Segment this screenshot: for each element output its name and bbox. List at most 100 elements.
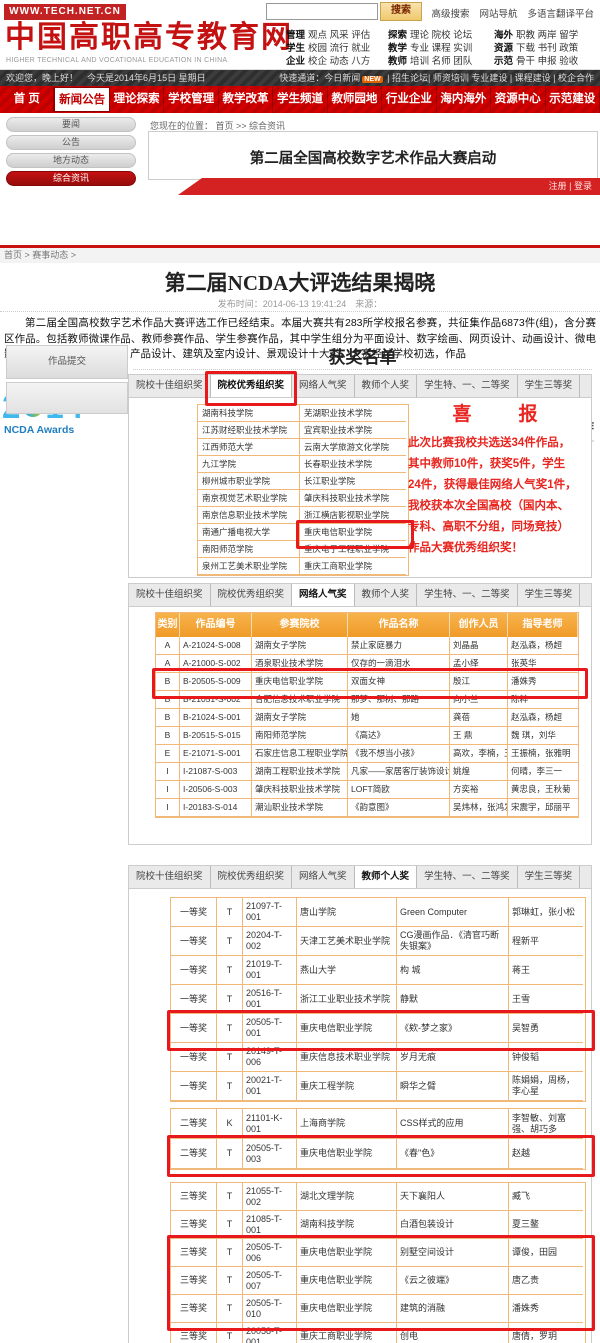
sidebar-item[interactable]: 公告 bbox=[6, 135, 136, 150]
main-nav-item[interactable]: 教学改革 bbox=[219, 86, 273, 113]
author-cell: 吴智勇 bbox=[509, 1014, 583, 1043]
school-cell: 重庆电信职业学院 bbox=[297, 1139, 397, 1169]
submit-work-button[interactable]: 作品提交 bbox=[6, 345, 128, 379]
school-cell: 湖南工程职业技术学院 bbox=[252, 763, 348, 781]
category-cell: I bbox=[156, 799, 180, 817]
awards-tab[interactable]: 学生三等奖 bbox=[518, 866, 581, 888]
header-top-link[interactable]: 多语言翻译平台 bbox=[527, 6, 594, 20]
table-row: 三等奖 T 20505-T-010 重庆电信职业学院 建筑的消融 潘姝秀 bbox=[171, 1295, 585, 1323]
awards-tab[interactable]: 教师个人奖 bbox=[355, 584, 418, 606]
school-cell: 燕山大学 bbox=[297, 956, 397, 985]
work-title-cell: 凡家——家居客厅装饰设计 bbox=[348, 763, 450, 781]
main-nav-item[interactable]: 首 页 bbox=[0, 86, 54, 113]
type-cell: T bbox=[217, 1267, 243, 1295]
table-row: B B-21051-S-002 合肥信息技术职业学院 那梦、那树、那路 向小兰 … bbox=[156, 691, 578, 709]
awards-tab[interactable]: 网络人气奖 bbox=[292, 866, 355, 888]
author-cell: 夏三鳌 bbox=[509, 1211, 583, 1239]
header-link-group[interactable]: 示范骨干 申报 验收 bbox=[494, 53, 594, 66]
awards-title: 获奖名单 bbox=[133, 343, 592, 368]
auth-links[interactable]: 注册 | 登录 bbox=[549, 181, 592, 191]
header-top-link[interactable]: 网站导航 bbox=[479, 6, 517, 20]
awards-tab[interactable]: 院校优秀组织奖 bbox=[211, 375, 293, 397]
header-link-group[interactable]: 海外职教 两岸 留学 bbox=[494, 27, 594, 40]
creator-cell: 刘晶晶 bbox=[450, 637, 508, 655]
awards-tab[interactable]: 学生特、一、二等奖 bbox=[417, 866, 518, 888]
work-id-cell: 20505-T-003 bbox=[243, 1139, 297, 1169]
awards-tab[interactable]: 院校十佳组织奖 bbox=[129, 375, 211, 397]
advisor-cell: 赵泓森，杨超 bbox=[508, 709, 578, 727]
awards-tab[interactable]: 院校十佳组织奖 bbox=[129, 584, 211, 606]
sidebar-item[interactable]: 要闻 bbox=[6, 117, 136, 132]
table-row: 湖南科技学院 芜湖职业技术学院 bbox=[198, 405, 408, 422]
header-top-links: 高级搜索网站导航多语言翻译平台 bbox=[431, 6, 594, 20]
work-title-cell: 创电 bbox=[397, 1323, 509, 1343]
creator-cell: 殷江 bbox=[450, 673, 508, 691]
awards-tab[interactable]: 网络人气奖 bbox=[292, 375, 355, 397]
school-cell: 石家庄信息工程职业学院 bbox=[252, 745, 348, 763]
main-nav-item[interactable]: 新闻公告 bbox=[54, 87, 109, 112]
table-header-row: 类别作品编号参赛院校作品名称创作人员指导老师 bbox=[156, 613, 578, 637]
awards-tab[interactable]: 教师个人奖 bbox=[355, 866, 418, 888]
header-link-group[interactable]: 学生校园 流行 就业 bbox=[286, 40, 388, 53]
news-headline-box: 第二届全国高校数字艺术作品大赛启动 bbox=[148, 131, 598, 180]
header-top-link[interactable]: 高级搜索 bbox=[431, 6, 469, 20]
news-headline[interactable]: 第二届全国高校数字艺术作品大赛启动 bbox=[149, 147, 597, 168]
header-link-group[interactable]: 探索理论 院校 论坛 bbox=[388, 27, 494, 40]
awards-tab[interactable]: 教师个人奖 bbox=[355, 375, 418, 397]
work-id-cell: 20204-T-002 bbox=[243, 927, 297, 956]
school-cell: 合肥信息技术职业学院 bbox=[252, 691, 348, 709]
school-cell: 云南大学旅游文化学院 bbox=[300, 439, 406, 456]
type-cell: T bbox=[217, 1014, 243, 1043]
main-nav-item[interactable]: 行业企业 bbox=[382, 86, 436, 113]
main-nav-item[interactable]: 理论探索 bbox=[110, 86, 164, 113]
awards-tab[interactable]: 学生特、一、二等奖 bbox=[417, 584, 518, 606]
header-link-group[interactable]: 教学专业 课程 实训 bbox=[388, 40, 494, 53]
awards-tab[interactable]: 院校优秀组织奖 bbox=[211, 584, 293, 606]
school-cell: 湖南科技学院 bbox=[198, 405, 300, 422]
main-nav-item[interactable]: 海内海外 bbox=[437, 86, 491, 113]
awards-tab[interactable]: 网络人气奖 bbox=[292, 584, 355, 606]
awards-tab[interactable]: 学生三等奖 bbox=[518, 584, 581, 606]
table-row: 江苏财经职业技术学院 宜宾职业技术学院 bbox=[198, 422, 408, 439]
advisor-cell: 陈粹 bbox=[508, 691, 578, 709]
awards-tab[interactable]: 院校优秀组织奖 bbox=[211, 866, 293, 888]
header-link-group[interactable]: 资源下载 书刊 政策 bbox=[494, 40, 594, 53]
author-cell: 潘姝秀 bbox=[509, 1295, 583, 1323]
advisor-cell: 王振楠，张雅明 bbox=[508, 745, 578, 763]
work-title-cell: CSS样式的应用 bbox=[397, 1109, 509, 1139]
school-cell: 重庆电信职业学院 bbox=[300, 524, 406, 541]
header-link-group[interactable]: 教师培训 名师 团队 bbox=[388, 53, 494, 66]
school-cell: 江苏财经职业技术学院 bbox=[198, 422, 300, 439]
prize-cell: 三等奖 bbox=[171, 1295, 217, 1323]
main-nav-item[interactable]: 示范建设 bbox=[546, 86, 600, 113]
sidebar-item[interactable]: 地方动态 bbox=[6, 153, 136, 168]
search-input[interactable] bbox=[266, 3, 378, 20]
main-nav-item[interactable]: 学生频道 bbox=[273, 86, 327, 113]
main-nav-item[interactable]: 资源中心 bbox=[491, 86, 545, 113]
school-cell: 肇庆科技职业技术学院 bbox=[252, 781, 348, 799]
creator-cell: 向小兰 bbox=[450, 691, 508, 709]
ncda-banner: 2 14 NCDA Awards 第二届全国高校数字艺术作品大赛 2nd Nat… bbox=[0, 195, 600, 245]
type-cell: T bbox=[217, 1139, 243, 1169]
search-button[interactable]: 搜索 bbox=[380, 2, 422, 21]
header-link-group[interactable]: 管理观点 风采 评估 bbox=[286, 27, 388, 40]
table-row: 三等奖 T 21055-T-002 湖北文理学院 天下襄阳人 臧飞 bbox=[171, 1183, 585, 1211]
quickbar-links[interactable]: 快速通道：今日新闻NEW | 招生论坛| 师资培训 专业建设 | 课程建设 | … bbox=[279, 70, 594, 86]
work-title-cell: 《春"色》 bbox=[397, 1139, 509, 1169]
work-id-cell: I-21087-S-003 bbox=[180, 763, 252, 781]
awards-tab[interactable]: 学生特、一、二等奖 bbox=[417, 375, 518, 397]
school-cell: 浙江工业职业技术学院 bbox=[297, 985, 397, 1014]
main-nav-item[interactable]: 学校管理 bbox=[164, 86, 218, 113]
good-news-title: 喜 报 bbox=[408, 399, 596, 426]
sidebar-item[interactable]: 综合资讯 bbox=[6, 171, 136, 186]
awards-tab[interactable]: 院校十佳组织奖 bbox=[129, 866, 211, 888]
table-row: B B-21024-S-001 湖南女子学院 她 龚蓓 赵泓森，杨超 bbox=[156, 709, 578, 727]
main-nav-item[interactable]: 教师园地 bbox=[328, 86, 382, 113]
type-cell: T bbox=[217, 1239, 243, 1267]
table-row: I I-21087-S-003 湖南工程职业技术学院 凡家——家居客厅装饰设计 … bbox=[156, 763, 578, 781]
table-row: 三等奖 T 20058-T-001 重庆工商职业学院 创电 唐倩，罗玥 bbox=[171, 1323, 585, 1343]
table-row: E E-21071-S-001 石家庄信息工程职业学院 《我不想当小孩》 高欢，… bbox=[156, 745, 578, 763]
work-title-cell: 那梦、那树、那路 bbox=[348, 691, 450, 709]
header-link-group[interactable]: 企业校企 动态 八方 bbox=[286, 53, 388, 66]
awards-tab[interactable]: 学生三等奖 bbox=[518, 375, 581, 397]
